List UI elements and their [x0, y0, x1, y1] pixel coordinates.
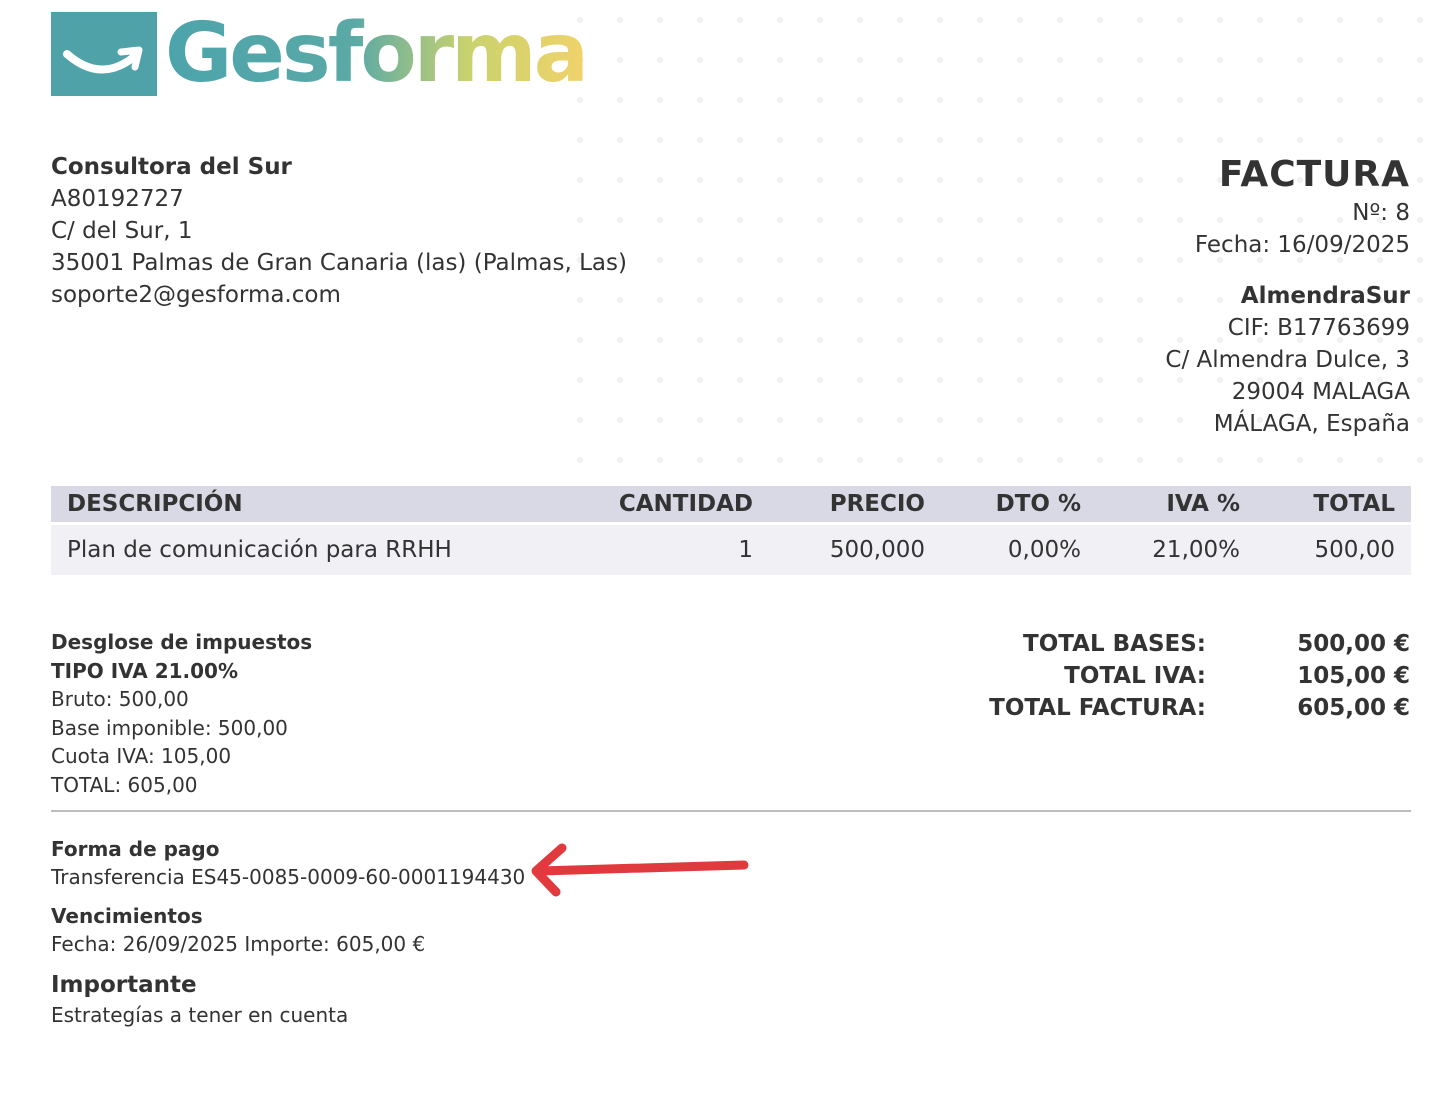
total-bases-row: TOTAL BASES: 500,00 €	[989, 628, 1410, 660]
cell-quantity: 1	[557, 522, 769, 575]
buyer-address: C/ Almendra Dulce, 3	[1165, 347, 1410, 373]
important-title: Importante	[51, 972, 197, 998]
logo: Gesforma	[51, 6, 589, 101]
total-bases-label: TOTAL BASES:	[1023, 631, 1206, 657]
col-header-price: PRECIO	[769, 486, 941, 524]
tax-base: Base imponible: 500,00	[51, 715, 288, 740]
buyer-city: 29004 MALAGA	[1231, 379, 1410, 405]
cell-description: Plan de comunicación para RRHH	[51, 522, 557, 575]
seller-address: C/ del Sur, 1	[51, 218, 193, 244]
logo-smile-icon	[51, 12, 157, 96]
col-header-discount: DTO %	[941, 486, 1097, 524]
invoice-date: Fecha: 16/09/2025	[1194, 232, 1410, 258]
total-invoice-value: 605,00 €	[1297, 695, 1410, 721]
tax-breakdown: Desglose de impuestos TIPO IVA 21.00% Br…	[51, 628, 312, 799]
col-header-description: DESCRIPCIÓN	[51, 486, 557, 524]
seller-email: soporte2@gesforma.com	[51, 282, 341, 308]
seller-tax-id: A80192727	[51, 186, 184, 212]
total-invoice-label: TOTAL FACTURA:	[989, 695, 1206, 721]
total-vat-label: TOTAL IVA:	[1064, 663, 1206, 689]
tax-total: TOTAL: 605,00	[51, 772, 198, 797]
total-bases-value: 500,00 €	[1297, 631, 1410, 657]
seller-block: Consultora del Sur A80192727 C/ del Sur,…	[51, 151, 627, 311]
invoice-header: FACTURA Nº: 8 Fecha: 16/09/2025	[1195, 153, 1410, 261]
invoice-lines-table: DESCRIPCIÓN CANTIDAD PRECIO DTO % IVA % …	[51, 486, 1411, 575]
col-header-quantity: CANTIDAD	[557, 486, 769, 524]
red-arrow-icon	[531, 843, 749, 897]
cell-total: 500,00	[1256, 522, 1411, 575]
invoice-title: FACTURA	[1218, 154, 1410, 195]
table-row: Plan de comunicación para RRHH 1 500,000…	[51, 522, 1411, 575]
due-details: Fecha: 26/09/2025 Importe: 605,00 €	[51, 932, 426, 956]
logo-wordmark: Gesforma	[165, 6, 589, 101]
important-text: Estrategías a tener en cuenta	[51, 1003, 349, 1027]
buyer-block: AlmendraSur CIF: B17763699 C/ Almendra D…	[1165, 280, 1410, 440]
tax-bruto: Bruto: 500,00	[51, 687, 189, 711]
section-divider	[51, 810, 1411, 812]
table-header-row: DESCRIPCIÓN CANTIDAD PRECIO DTO % IVA % …	[51, 486, 1411, 524]
seller-name: Consultora del Sur	[51, 154, 292, 180]
tax-breakdown-title: Desglose de impuestos	[51, 630, 313, 654]
totals-summary: TOTAL BASES: 500,00 € TOTAL IVA: 105,00 …	[989, 628, 1410, 724]
buyer-region: MÁLAGA, España	[1213, 411, 1410, 437]
payment-section: Forma de pago Transferencia ES45-0085-00…	[51, 835, 525, 1029]
col-header-total: TOTAL	[1256, 486, 1411, 524]
cell-discount: 0,00%	[941, 522, 1097, 575]
col-header-vat: IVA %	[1097, 486, 1256, 524]
cell-vat: 21,00%	[1097, 522, 1256, 575]
buyer-name: AlmendraSur	[1240, 283, 1410, 309]
invoice-number: Nº: 8	[1352, 200, 1410, 226]
due-title: Vencimientos	[51, 904, 203, 928]
payment-title: Forma de pago	[51, 837, 220, 861]
buyer-cif: CIF: B17763699	[1227, 315, 1410, 341]
cell-price: 500,000	[769, 522, 941, 575]
payment-details: Transferencia ES45-0085-0009-60-00011944…	[51, 865, 526, 889]
total-invoice-row: TOTAL FACTURA: 605,00 €	[989, 692, 1410, 724]
tax-type: TIPO IVA 21.00%	[51, 658, 239, 683]
seller-city: 35001 Palmas de Gran Canaria (las) (Palm…	[51, 250, 627, 276]
total-vat-row: TOTAL IVA: 105,00 €	[989, 660, 1410, 692]
total-vat-value: 105,00 €	[1297, 663, 1410, 689]
tax-cuota: Cuota IVA: 105,00	[51, 744, 232, 768]
